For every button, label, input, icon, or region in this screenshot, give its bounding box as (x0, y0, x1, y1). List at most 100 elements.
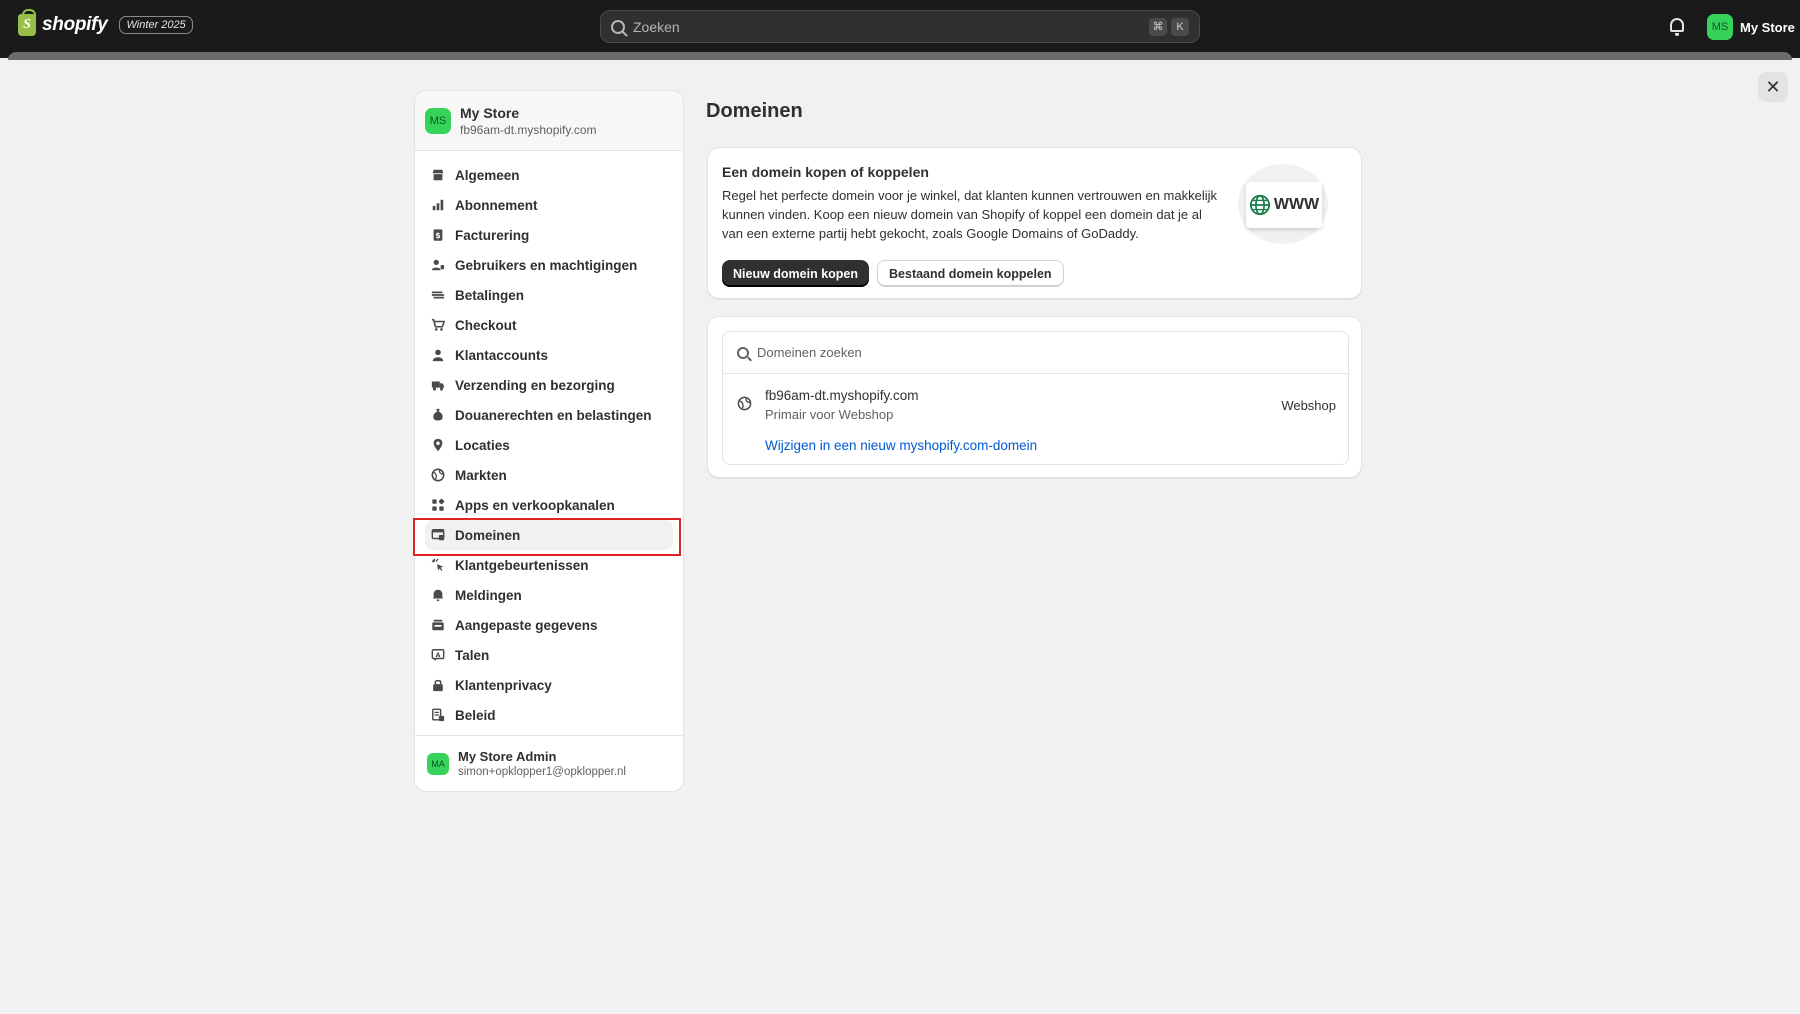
sidebar-item-algemeen[interactable]: Algemeen (425, 160, 673, 190)
shopify-logo[interactable]: S shopify Winter 2025 (18, 9, 193, 36)
language-icon: A (431, 648, 445, 662)
www-box: WWW (1246, 182, 1322, 228)
data-icon (431, 618, 445, 632)
search-icon (611, 19, 625, 34)
person-icon (431, 348, 445, 362)
notifications-bell-icon[interactable] (1670, 18, 1684, 36)
sidebar-item-label: Algemeen (455, 167, 520, 183)
sidebar-item-talen[interactable]: A Talen (425, 640, 673, 670)
sidebar-item-label: Klantenprivacy (455, 677, 552, 693)
connect-existing-domain-button[interactable]: Bestaand domein koppelen (877, 260, 1064, 287)
sidebar-item-label: Markten (455, 467, 507, 483)
search-placeholder: Zoeken (633, 18, 680, 35)
close-settings-button[interactable]: ✕ (1758, 72, 1788, 102)
sidebar-item-label: Douanerechten en belastingen (455, 407, 652, 423)
billing-icon: $ (431, 228, 445, 242)
domain-name: fb96am-dt.myshopify.com (765, 388, 919, 403)
bell-icon (431, 588, 445, 602)
domains-icon (431, 528, 445, 542)
shortcut-k-key: K (1171, 17, 1189, 36)
sidebar-item-label: Verzending en bezorging (455, 377, 615, 393)
sidebar-item-label: Checkout (455, 317, 517, 333)
shortcut-cmd-key: ⌘ (1149, 17, 1167, 36)
page-title: Domeinen (706, 100, 803, 122)
sidebar-item-klantenprivacy[interactable]: Klantenprivacy (425, 670, 673, 700)
domains-list-card: Domeinen zoeken fb96am-dt.myshopify.com … (707, 316, 1362, 478)
admin-email: simon+opklopper1@opklopper.nl (458, 766, 626, 778)
shopify-bag-icon: S (18, 9, 36, 36)
sidebar-item-label: Apps en verkoopkanalen (455, 497, 615, 513)
sidebar-item-meldingen[interactable]: Meldingen (425, 580, 673, 610)
sidebar-item-label: Locaties (455, 437, 510, 453)
sidebar-item-beleid[interactable]: Beleid (425, 700, 673, 730)
policy-icon (431, 708, 445, 722)
store-avatar: MS (425, 107, 451, 134)
settings-sidebar: MS My Store fb96am-dt.myshopify.com Alge… (414, 90, 684, 792)
account-avatar: MS (1707, 14, 1733, 40)
domain-row[interactable]: fb96am-dt.myshopify.com Primair voor Web… (723, 374, 1348, 466)
store-name: My Store (460, 104, 520, 121)
sidebar-item-douanerechten-en-belastingen[interactable]: Douanerechten en belastingen (425, 400, 673, 430)
promo-body: Regel het perfecte domein voor je winkel… (722, 188, 1217, 241)
sidebar-item-label: Beleid (455, 707, 496, 723)
top-bar: S shopify Winter 2025 Zoeken ⌘ K MS My S… (0, 0, 1800, 58)
promo-title: Een domein kopen of koppelen (722, 164, 929, 180)
cart-icon (431, 318, 445, 332)
domains-search-input[interactable]: Domeinen zoeken (723, 332, 1348, 374)
sidebar-item-apps-en-verkoopkanalen[interactable]: Apps en verkoopkanalen (425, 490, 673, 520)
edition-badge: Winter 2025 (119, 16, 193, 34)
sidebar-item-label: Talen (455, 647, 490, 663)
buy-connect-domain-card: Een domein kopen of koppelen Regel het p… (707, 147, 1362, 299)
svg-text:$: $ (435, 231, 440, 240)
sidebar-item-checkout[interactable]: Checkout (425, 310, 673, 340)
account-name: My Store (1740, 19, 1795, 35)
sidebar-item-markten[interactable]: Markten (425, 460, 673, 490)
location-icon (431, 438, 445, 452)
close-icon: ✕ (1765, 76, 1781, 97)
domains-list: Domeinen zoeken fb96am-dt.myshopify.com … (722, 331, 1349, 465)
brand-name: shopify (42, 14, 108, 35)
change-myshopify-domain-link[interactable]: Wijzigen in een nieuw myshopify.com-dome… (765, 438, 1037, 453)
events-icon (431, 558, 445, 572)
truck-icon (431, 378, 445, 392)
payments-icon (431, 288, 445, 302)
sidebar-item-klantgebeurtenissen[interactable]: Klantgebeurtenissen (425, 550, 673, 580)
www-text: WWW (1273, 196, 1320, 213)
admin-name: My Store Admin (458, 749, 557, 764)
store-header[interactable]: MS My Store fb96am-dt.myshopify.com (415, 91, 683, 151)
plan-icon (431, 198, 445, 212)
sidebar-item-label: Domeinen (455, 527, 521, 543)
admin-avatar: MA (427, 752, 449, 775)
globe-icon (1249, 194, 1270, 216)
lock-icon (431, 678, 445, 692)
sidebar-item-label: Meldingen (455, 587, 522, 603)
promo-actions: Nieuw domein kopen Bestaand domein koppe… (722, 260, 1064, 287)
sidebar-item-abonnement[interactable]: Abonnement (425, 190, 673, 220)
search-icon (737, 346, 749, 359)
domains-search-placeholder: Domeinen zoeken (757, 345, 862, 360)
sidebar-item-label: Gebruikers en machtigingen (455, 257, 638, 273)
sidebar-item-verzending-en-bezorging[interactable]: Verzending en bezorging (425, 370, 673, 400)
sidebar-item-aangepaste-gegevens[interactable]: Aangepaste gegevens (425, 610, 673, 640)
background-page-edge (8, 52, 1792, 60)
sidebar-item-klantaccounts[interactable]: Klantaccounts (425, 340, 673, 370)
domain-type: Webshop (1281, 398, 1336, 413)
sidebar-item-label: Klantaccounts (455, 347, 549, 363)
tax-icon (431, 408, 445, 422)
sidebar-item-betalingen[interactable]: Betalingen (425, 280, 673, 310)
sidebar-item-label: Facturering (455, 227, 530, 243)
users-icon (431, 258, 445, 272)
buy-new-domain-button[interactable]: Nieuw domein kopen (722, 260, 870, 287)
account-menu[interactable]: MS My Store (1707, 14, 1795, 40)
sidebar-item-domeinen[interactable]: Domeinen (425, 520, 673, 550)
sidebar-item-label: Abonnement (455, 197, 538, 213)
sidebar-item-gebruikers-en-machtigingen[interactable]: Gebruikers en machtigingen (425, 250, 673, 280)
sidebar-item-facturering[interactable]: $ Facturering (425, 220, 673, 250)
global-search[interactable]: Zoeken ⌘ K (600, 10, 1200, 43)
apps-icon (431, 498, 445, 512)
admin-user[interactable]: MA My Store Admin simon+opklopper1@opklo… (415, 735, 683, 791)
sidebar-item-label: Klantgebeurtenissen (455, 557, 589, 573)
sidebar-item-locaties[interactable]: Locaties (425, 430, 673, 460)
globe-icon (737, 396, 752, 411)
sidebar-item-label: Betalingen (455, 287, 525, 303)
